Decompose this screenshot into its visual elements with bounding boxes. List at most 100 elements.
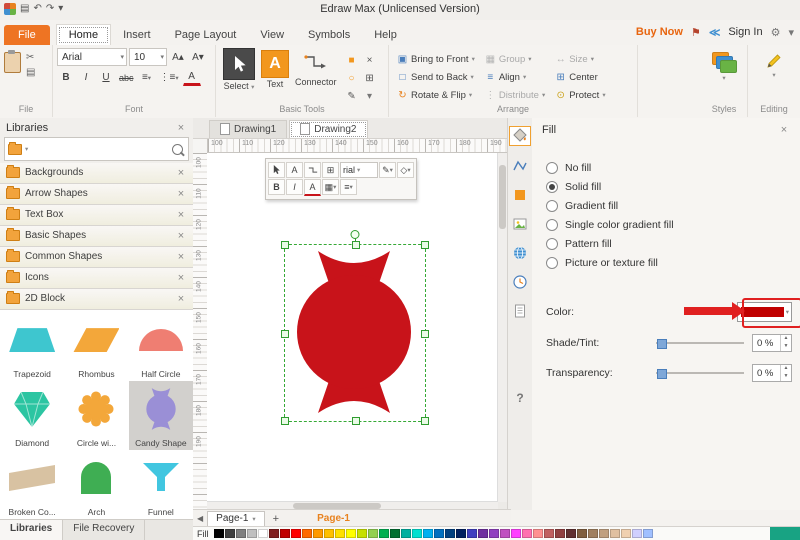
ribbon-tab-home[interactable]: Home xyxy=(56,24,111,45)
arrange-size-button[interactable]: ↔Size▾ xyxy=(551,50,609,68)
palette-swatch[interactable] xyxy=(478,529,488,538)
share-icon[interactable]: ≪ xyxy=(709,26,721,39)
palette-swatch[interactable] xyxy=(225,529,235,538)
strikethrough-button[interactable]: abc xyxy=(117,69,136,86)
palette-swatch[interactable] xyxy=(599,529,609,538)
palette-swatch[interactable] xyxy=(269,529,279,538)
ellipse-draw-icon[interactable]: ○ xyxy=(344,70,360,86)
palette-swatch[interactable] xyxy=(412,529,422,538)
increase-font-icon[interactable]: A▴ xyxy=(169,49,187,66)
ribbon-tab-symbols[interactable]: Symbols xyxy=(296,25,362,45)
palette-swatch[interactable] xyxy=(588,529,598,538)
arrange-group-button[interactable]: ▦Group▾ xyxy=(481,50,549,68)
fill-tool-icon[interactable] xyxy=(509,126,531,146)
settings-dropdown-icon[interactable]: ▾ xyxy=(788,26,794,39)
rotation-handle[interactable] xyxy=(351,230,360,239)
resize-handle-e[interactable] xyxy=(421,330,429,338)
italic-button[interactable]: I xyxy=(77,69,95,86)
folder-icon[interactable] xyxy=(8,144,22,155)
close-icon[interactable]: × xyxy=(175,209,187,221)
palette-swatch[interactable] xyxy=(313,529,323,538)
font-family-combo[interactable]: Arial▾ xyxy=(57,48,127,66)
mini-italic-button[interactable]: I xyxy=(286,179,303,195)
palette-swatch[interactable] xyxy=(368,529,378,538)
shade-spinner[interactable]: 0 % ▲▼ xyxy=(752,334,792,352)
line-style-tool-icon[interactable] xyxy=(510,157,530,175)
palette-swatch[interactable] xyxy=(566,529,576,538)
help-tool-icon[interactable]: ? xyxy=(510,389,530,407)
close-icon[interactable]: × xyxy=(175,230,187,242)
delete-icon[interactable]: × xyxy=(362,52,378,68)
buy-now-link[interactable]: Buy Now xyxy=(636,26,683,38)
palette-swatch[interactable] xyxy=(544,529,554,538)
palette-swatch[interactable] xyxy=(335,529,345,538)
library-item-text-box[interactable]: Text Box× xyxy=(0,205,193,226)
palette-swatch[interactable] xyxy=(500,529,510,538)
close-icon[interactable]: × xyxy=(175,188,187,200)
ribbon-tab-insert[interactable]: Insert xyxy=(111,25,163,45)
library-item-common-shapes[interactable]: Common Shapes× xyxy=(0,247,193,268)
palette-swatch[interactable] xyxy=(522,529,532,538)
palette-swatch[interactable] xyxy=(577,529,587,538)
palette-swatch[interactable] xyxy=(379,529,389,538)
connector-tool-button[interactable]: Connector xyxy=(295,48,337,104)
library-item-2d-block[interactable]: 2D Block× xyxy=(0,289,193,310)
close-icon[interactable]: × xyxy=(175,251,187,263)
fill-option-no-fill[interactable]: No fill xyxy=(546,162,674,174)
palette-swatch[interactable] xyxy=(632,529,642,538)
resize-handle-ne[interactable] xyxy=(421,241,429,249)
palette-swatch[interactable] xyxy=(511,529,521,538)
ribbon-tab-file[interactable]: File xyxy=(4,25,50,45)
palette-swatch[interactable] xyxy=(390,529,400,538)
font-size-combo[interactable]: 10▾ xyxy=(129,48,167,66)
styles-button[interactable]: ▾ xyxy=(701,45,747,104)
library-item-basic-shapes[interactable]: Basic Shapes× xyxy=(0,226,193,247)
transparency-spinner[interactable]: 0 % ▲▼ xyxy=(752,364,792,382)
select-tool-button[interactable]: Select ▾ xyxy=(223,48,255,104)
mini-shape-button[interactable]: ◇▾ xyxy=(397,162,414,178)
palette-swatch[interactable] xyxy=(214,529,224,538)
mini-table-button[interactable]: ⊞ xyxy=(322,162,339,178)
note-tool-icon[interactable] xyxy=(510,302,530,320)
shape-broken-co[interactable]: Broken Co... xyxy=(0,450,64,519)
mini-text-button[interactable]: A xyxy=(286,162,303,178)
arrange-bring-to-front-button[interactable]: ▣Bring to Front▾ xyxy=(393,50,479,68)
shape-trapezoid[interactable]: Trapezoid xyxy=(0,312,64,381)
fill-option-single-color-gradient-fill[interactable]: Single color gradient fill xyxy=(546,219,674,231)
transparency-slider[interactable] xyxy=(656,368,744,378)
mini-fill-button[interactable]: ▦▾ xyxy=(322,179,339,195)
search-icon[interactable] xyxy=(172,144,183,155)
palette-swatch[interactable] xyxy=(346,529,356,538)
image-tool-icon[interactable] xyxy=(510,215,530,233)
decrease-font-icon[interactable]: A▾ xyxy=(189,49,207,66)
hyperlink-tool-icon[interactable] xyxy=(510,244,530,262)
sign-in-link[interactable]: Sign In xyxy=(728,26,762,38)
arrange-distribute-button[interactable]: ⋮Distribute▾ xyxy=(481,86,549,104)
shape-arch[interactable]: Arch xyxy=(64,450,128,519)
palette-swatch[interactable] xyxy=(555,529,565,538)
underline-button[interactable]: U xyxy=(97,69,115,86)
shape-rhombus[interactable]: Rhombus xyxy=(64,312,128,381)
fill-option-picture-or-texture-fill[interactable]: Picture or texture fill xyxy=(546,257,674,269)
ribbon-tab-help[interactable]: Help xyxy=(362,25,409,45)
palette-swatch[interactable] xyxy=(533,529,543,538)
library-item-arrow-shapes[interactable]: Arrow Shapes× xyxy=(0,184,193,205)
library-search-input[interactable] xyxy=(31,140,169,158)
text-tool-button[interactable]: A Text xyxy=(261,48,289,104)
library-item-backgrounds[interactable]: Backgrounds× xyxy=(0,163,193,184)
arrange-align-button[interactable]: ≡Align▾ xyxy=(481,68,549,86)
palette-swatch[interactable] xyxy=(643,529,653,538)
page-tab[interactable]: Page-1▾ xyxy=(207,511,265,527)
close-icon[interactable]: × xyxy=(175,167,187,179)
shape-circle-wi[interactable]: Circle wi... xyxy=(64,381,128,450)
pen-draw-icon[interactable]: ✎ xyxy=(344,88,360,104)
list-button[interactable]: ⋮≡▾ xyxy=(158,69,181,86)
mini-cursor-button[interactable] xyxy=(268,162,285,178)
close-icon[interactable]: × xyxy=(778,124,790,136)
palette-swatch[interactable] xyxy=(434,529,444,538)
mini-font-color-button[interactable]: A xyxy=(304,179,321,196)
bold-button[interactable]: B xyxy=(57,69,75,86)
resize-handle-se[interactable] xyxy=(421,417,429,425)
palette-swatch[interactable] xyxy=(610,529,620,538)
shape-candy-shape[interactable]: Candy Shape xyxy=(129,381,193,450)
